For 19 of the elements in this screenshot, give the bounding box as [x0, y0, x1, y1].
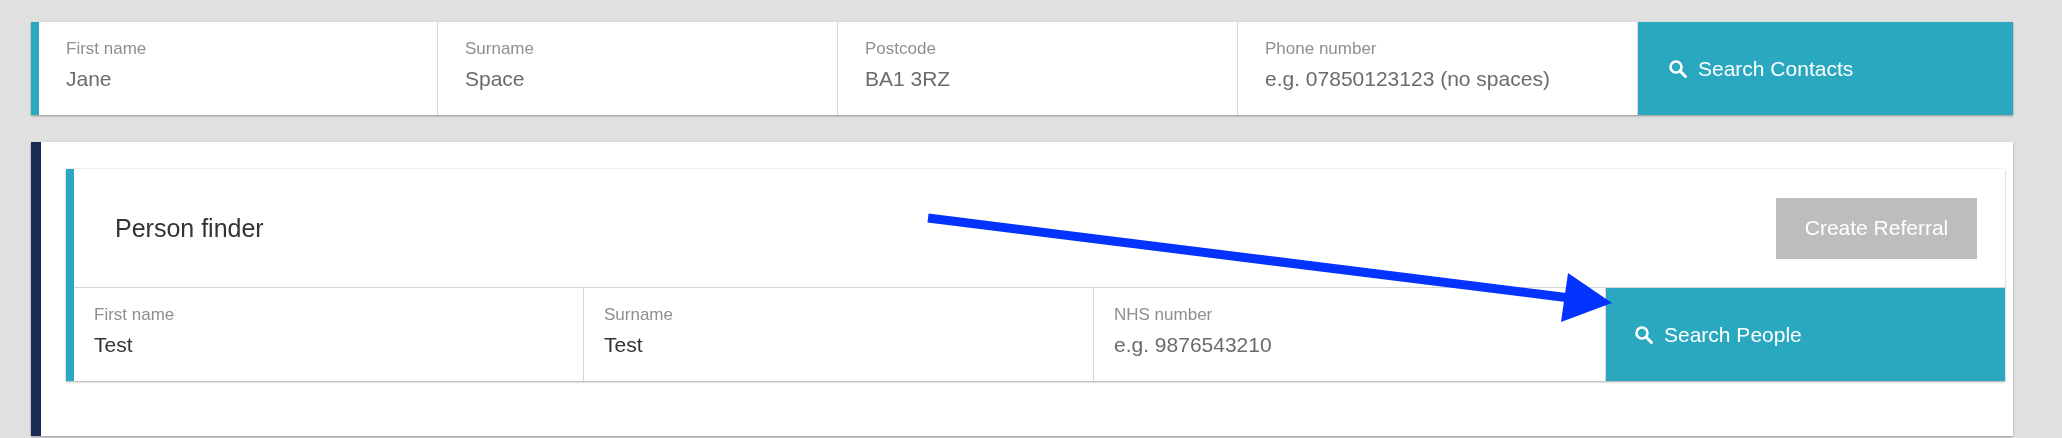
text-input[interactable]: e.g. 07850123123 (no spaces) — [1265, 67, 1613, 91]
text-input[interactable]: BA1 3RZ — [865, 67, 1213, 91]
text-input[interactable]: Test — [94, 333, 559, 357]
text-input[interactable]: Jane — [66, 67, 413, 91]
field-label: Phone number — [1265, 39, 1378, 59]
card-title: Person finder — [115, 213, 264, 243]
search-icon — [1634, 324, 1654, 345]
field-label: First name — [66, 39, 148, 59]
search-people-button[interactable]: Search People — [1606, 288, 2005, 381]
text-input[interactable]: Test — [604, 333, 1069, 357]
search-icon — [1668, 58, 1688, 79]
field-label: First name — [94, 305, 176, 325]
field-label: Surname — [465, 39, 535, 59]
field-label: Surname — [604, 305, 674, 325]
text-input[interactable]: e.g. 9876543210 — [1114, 333, 1581, 357]
text-input[interactable]: Space — [465, 67, 813, 91]
field-label: NHS number — [1114, 305, 1214, 325]
search-contacts-button[interactable]: Search Contacts — [1638, 22, 2013, 115]
field-label: Postcode — [865, 39, 937, 59]
